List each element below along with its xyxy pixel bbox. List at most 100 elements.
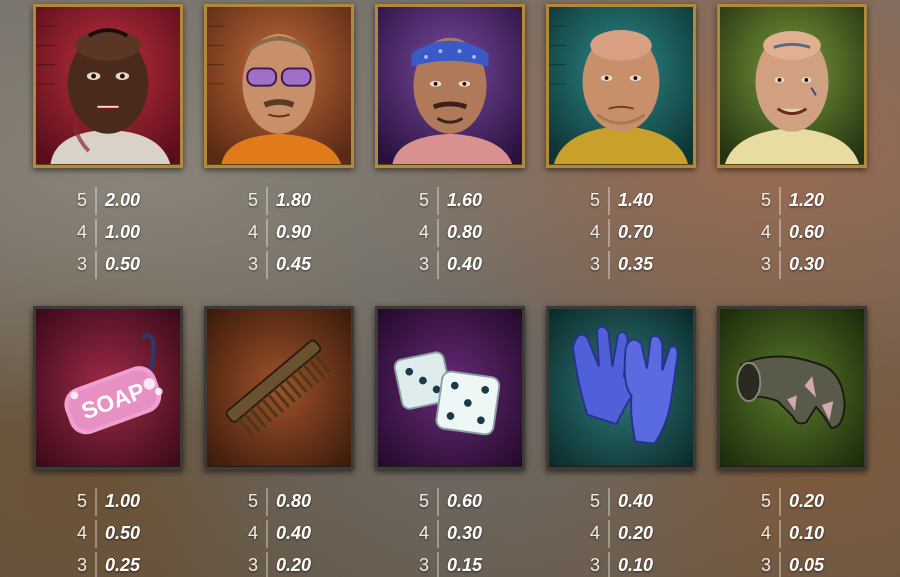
pay-value: 1.40 xyxy=(618,190,654,210)
pay-count: 3 xyxy=(76,555,87,575)
pay-line-3: 3 0.15 xyxy=(375,550,525,577)
pay-line-4: 4 0.60 xyxy=(717,217,867,249)
divider xyxy=(779,552,781,577)
symbol-tile xyxy=(33,4,183,168)
pay-line-4: 4 0.30 xyxy=(375,518,525,550)
pay-count: 4 xyxy=(589,523,600,543)
divider xyxy=(608,520,610,548)
pay-line-3: 3 0.20 xyxy=(204,550,354,577)
pay-line-5: 5 1.60 xyxy=(375,185,525,217)
divider xyxy=(437,520,439,548)
divider xyxy=(95,520,97,548)
pay-count: 3 xyxy=(760,555,771,575)
pay-value: 0.20 xyxy=(618,523,654,543)
divider xyxy=(437,552,439,577)
pay-value: 0.30 xyxy=(447,523,483,543)
pay-count: 5 xyxy=(760,491,771,511)
pay-count: 5 xyxy=(760,190,771,210)
divider xyxy=(608,187,610,215)
pay-value: 1.80 xyxy=(276,190,312,210)
divider xyxy=(608,219,610,247)
paytable: 5 0.20 4 0.10 3 0.05 xyxy=(717,486,867,577)
pay-value: 0.80 xyxy=(276,491,312,511)
divider xyxy=(437,219,439,247)
pay-count: 5 xyxy=(418,491,429,511)
pay-value: 0.05 xyxy=(789,555,825,575)
pay-value: 0.40 xyxy=(447,254,483,274)
divider xyxy=(266,520,268,548)
pay-line-5: 5 2.00 xyxy=(33,185,183,217)
pay-count: 3 xyxy=(589,555,600,575)
pay-count: 3 xyxy=(760,254,771,274)
pay-count: 5 xyxy=(418,190,429,210)
divider xyxy=(266,219,268,247)
pay-line-5: 5 1.80 xyxy=(204,185,354,217)
paytable: 5 0.80 4 0.40 3 0.20 xyxy=(204,486,354,577)
pay-line-5: 5 0.20 xyxy=(717,486,867,518)
inmate-bald-icon xyxy=(549,7,693,165)
paytable: 5 0.40 4 0.20 3 0.10 xyxy=(546,486,696,577)
pay-value: 0.10 xyxy=(789,523,825,543)
soap-icon: SOAP xyxy=(36,309,180,467)
pay-count: 5 xyxy=(589,491,600,511)
pay-count: 4 xyxy=(760,523,771,543)
paytable-screen: 5 2.00 4 1.00 3 0.50 5 1.80 4 0.90 3 0.4… xyxy=(0,0,900,577)
pay-count: 5 xyxy=(247,190,258,210)
pay-count: 4 xyxy=(76,222,87,242)
pay-line-3: 3 0.10 xyxy=(546,550,696,577)
pay-value: 0.60 xyxy=(789,222,825,242)
divider xyxy=(95,488,97,516)
comb-icon xyxy=(207,309,351,467)
symbol-tile: SOAP xyxy=(33,306,183,470)
pay-value: 2.00 xyxy=(105,190,141,210)
divider xyxy=(779,187,781,215)
inmate-gang-tattoo-icon xyxy=(36,7,180,165)
pay-value: 0.90 xyxy=(276,222,312,242)
pay-count: 4 xyxy=(760,222,771,242)
pay-count: 4 xyxy=(418,222,429,242)
inmate-sunglasses-icon xyxy=(207,7,351,165)
pay-value: 1.00 xyxy=(105,222,141,242)
pay-value: 0.50 xyxy=(105,523,141,543)
pay-value: 1.60 xyxy=(447,190,483,210)
paytable: 5 0.60 4 0.30 3 0.15 xyxy=(375,486,525,577)
pay-value: 0.50 xyxy=(105,254,141,274)
divider xyxy=(95,219,97,247)
divider xyxy=(437,251,439,279)
pay-value: 0.60 xyxy=(447,491,483,511)
pay-count: 3 xyxy=(247,254,258,274)
pay-line-3: 3 0.30 xyxy=(717,249,867,281)
pay-value: 0.40 xyxy=(618,491,654,511)
paytable: 5 1.20 4 0.60 3 0.30 xyxy=(717,185,867,281)
pay-count: 3 xyxy=(418,555,429,575)
pay-line-5: 5 1.20 xyxy=(717,185,867,217)
pay-line-3: 3 0.40 xyxy=(375,249,525,281)
divider xyxy=(95,552,97,577)
pay-count: 4 xyxy=(76,523,87,543)
pay-count: 4 xyxy=(247,523,258,543)
pay-count: 4 xyxy=(589,222,600,242)
pay-value: 0.45 xyxy=(276,254,312,274)
pay-line-3: 3 0.05 xyxy=(717,550,867,577)
symbol-tile xyxy=(375,306,525,470)
pay-count: 5 xyxy=(247,491,258,511)
inmate-bandana-icon xyxy=(378,7,522,165)
pay-line-3: 3 0.35 xyxy=(546,249,696,281)
symbol-tile xyxy=(546,306,696,470)
pay-value: 0.70 xyxy=(618,222,654,242)
paytable: 5 1.80 4 0.90 3 0.45 xyxy=(204,185,354,281)
divider xyxy=(266,488,268,516)
pay-count: 5 xyxy=(76,491,87,511)
pay-value: 0.80 xyxy=(447,222,483,242)
pay-line-4: 4 0.10 xyxy=(717,518,867,550)
divider xyxy=(779,488,781,516)
pay-line-4: 4 0.40 xyxy=(204,518,354,550)
pay-value: 0.35 xyxy=(618,254,654,274)
pay-line-3: 3 0.25 xyxy=(33,550,183,577)
paytable: 5 1.40 4 0.70 3 0.35 xyxy=(546,185,696,281)
gloves-icon xyxy=(549,309,693,467)
divider xyxy=(437,488,439,516)
pay-value: 0.40 xyxy=(276,523,312,543)
pay-count: 4 xyxy=(418,523,429,543)
pay-line-4: 4 1.00 xyxy=(33,217,183,249)
